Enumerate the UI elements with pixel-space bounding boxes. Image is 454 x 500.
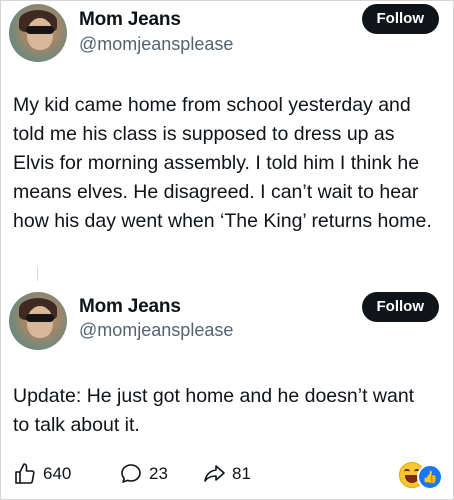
- thumbs-up-icon: [15, 463, 35, 484]
- like-count: 640: [43, 464, 72, 483]
- screenshot-frame: Mom Jeans @momjeansplease Follow My kid …: [0, 0, 454, 500]
- avatar-face: [27, 18, 53, 50]
- like-reaction-icon: 👍: [417, 464, 443, 490]
- comment-count: 23: [149, 464, 168, 483]
- avatar[interactable]: [9, 4, 67, 62]
- comment-bubble-icon: [121, 464, 141, 483]
- avatar-sunglasses: [26, 314, 54, 322]
- reactions-summary[interactable]: 👍: [399, 460, 445, 490]
- comment-button[interactable]: 23: [119, 459, 168, 489]
- post-original: Mom Jeans @momjeansplease Follow My kid …: [1, 1, 453, 281]
- share-button[interactable]: 81: [202, 459, 251, 489]
- post-reply: Mom Jeans @momjeansplease Follow Update:…: [1, 287, 453, 457]
- follow-button[interactable]: Follow: [361, 4, 439, 34]
- post-text: Update: He just got home and he doesn’t …: [13, 385, 415, 436]
- author-handle[interactable]: @momjeansplease: [79, 34, 233, 55]
- avatar-sunglasses: [26, 26, 54, 34]
- share-arrow-icon: [204, 465, 225, 482]
- avatar-face: [27, 306, 53, 338]
- share-count: 81: [232, 464, 251, 483]
- engagement-bar: 640 23 81 👍: [1, 459, 453, 490]
- like-button[interactable]: 640: [13, 459, 71, 489]
- avatar[interactable]: [9, 292, 67, 350]
- author-handle[interactable]: @momjeansplease: [79, 320, 233, 341]
- author-name[interactable]: Mom Jeans: [79, 9, 181, 31]
- follow-button[interactable]: Follow: [361, 292, 439, 322]
- post-text: My kid came home from school yesterday a…: [13, 94, 432, 232]
- author-name[interactable]: Mom Jeans: [79, 296, 181, 318]
- thread-connector: [37, 267, 38, 281]
